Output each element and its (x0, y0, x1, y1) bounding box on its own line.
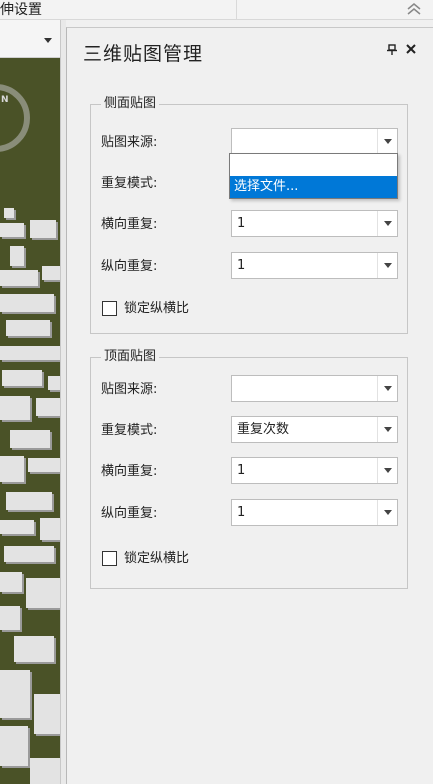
building (0, 223, 24, 237)
triangle-down-icon[interactable] (377, 417, 397, 442)
side-lock-aspect-checkbox[interactable] (102, 301, 117, 316)
building (0, 606, 20, 630)
building (0, 294, 54, 312)
ribbon-tab-label[interactable]: 伸设置 (0, 1, 42, 19)
side-v-repeat-combo[interactable]: 1 (231, 252, 398, 279)
building (0, 520, 34, 534)
side-h-repeat-combo[interactable]: 1 (231, 210, 398, 237)
texture-manager-panel: 三维贴图管理 侧面贴图 贴图来源: 重复模式: 横向重复: 1 纵向重复: 1 … (66, 27, 433, 784)
building (10, 246, 24, 266)
top-lock-aspect-label[interactable]: 锁定纵横比 (124, 551, 189, 567)
building (30, 758, 60, 784)
side-texture-group: 侧面贴图 贴图来源: 重复模式: 横向重复: 1 纵向重复: 1 锁定纵横比 (90, 96, 408, 334)
combo-value: 1 (237, 258, 246, 273)
top-texture-group: 顶面贴图 贴图来源: 重复模式: 重复次数 横向重复: 1 纵向重复: 1 锁定… (90, 349, 408, 589)
building (28, 458, 60, 472)
ribbon-bar: 伸设置 (0, 0, 433, 20)
ribbon-separator (236, 0, 237, 20)
chevron-up-icon[interactable] (404, 0, 424, 18)
building (0, 726, 28, 766)
building (42, 266, 60, 280)
combo-value: 1 (237, 216, 246, 231)
building (0, 670, 30, 718)
scene-view[interactable]: N (0, 58, 60, 784)
top-repeat-mode-combo[interactable]: 重复次数 (231, 416, 398, 443)
triangle-down-icon[interactable] (377, 500, 397, 525)
building (34, 694, 60, 734)
building (10, 430, 50, 448)
top-texture-source-combo[interactable] (231, 375, 398, 402)
combo-value: 1 (237, 505, 246, 520)
top-h-repeat-label: 横向重复: (101, 464, 158, 479)
group-legend: 顶面贴图 (101, 349, 160, 365)
close-icon[interactable] (405, 43, 417, 55)
side-texture-source-combo[interactable] (231, 128, 398, 155)
building (26, 578, 60, 608)
side-repeat-mode-label: 重复模式: (101, 176, 158, 191)
scene-toolbar (0, 20, 66, 58)
side-lock-aspect-label[interactable]: 锁定纵横比 (124, 301, 189, 317)
top-v-repeat-label: 纵向重复: (101, 506, 158, 521)
building (0, 396, 30, 420)
building (0, 346, 60, 360)
side-h-repeat-label: 横向重复: (101, 217, 158, 232)
triangle-down-icon[interactable] (377, 129, 397, 154)
building (2, 370, 42, 386)
building (0, 572, 22, 592)
building (40, 518, 60, 540)
top-repeat-mode-label: 重复模式: (101, 423, 158, 438)
group-legend: 侧面贴图 (101, 96, 160, 112)
panel-title: 三维贴图管理 (83, 43, 204, 65)
building (14, 636, 54, 662)
triangle-down-icon[interactable] (42, 34, 54, 44)
top-h-repeat-combo[interactable]: 1 (231, 457, 398, 484)
top-texture-source-label: 贴图来源: (101, 382, 158, 397)
dropdown-option-empty[interactable] (230, 154, 397, 176)
triangle-down-icon[interactable] (377, 211, 397, 236)
combo-value: 1 (237, 463, 246, 478)
side-texture-source-label: 贴图来源: (101, 135, 158, 150)
building (4, 208, 14, 218)
triangle-down-icon[interactable] (377, 376, 397, 401)
top-v-repeat-combo[interactable]: 1 (231, 499, 398, 526)
top-lock-aspect-checkbox[interactable] (102, 551, 117, 566)
building (6, 320, 50, 336)
building (4, 546, 54, 562)
triangle-down-icon[interactable] (377, 253, 397, 278)
texture-source-dropdown-list: 选择文件... (229, 153, 398, 199)
triangle-down-icon[interactable] (377, 458, 397, 483)
compass-label: N (1, 95, 9, 105)
building (0, 270, 38, 286)
side-v-repeat-label: 纵向重复: (101, 259, 158, 274)
dropdown-option-choose-file[interactable]: 选择文件... (230, 176, 397, 198)
building (0, 456, 24, 482)
pin-icon[interactable] (386, 44, 398, 56)
combo-value: 重复次数 (237, 422, 290, 437)
building (36, 398, 60, 416)
building (30, 220, 56, 238)
building (48, 376, 60, 390)
building (6, 492, 52, 510)
